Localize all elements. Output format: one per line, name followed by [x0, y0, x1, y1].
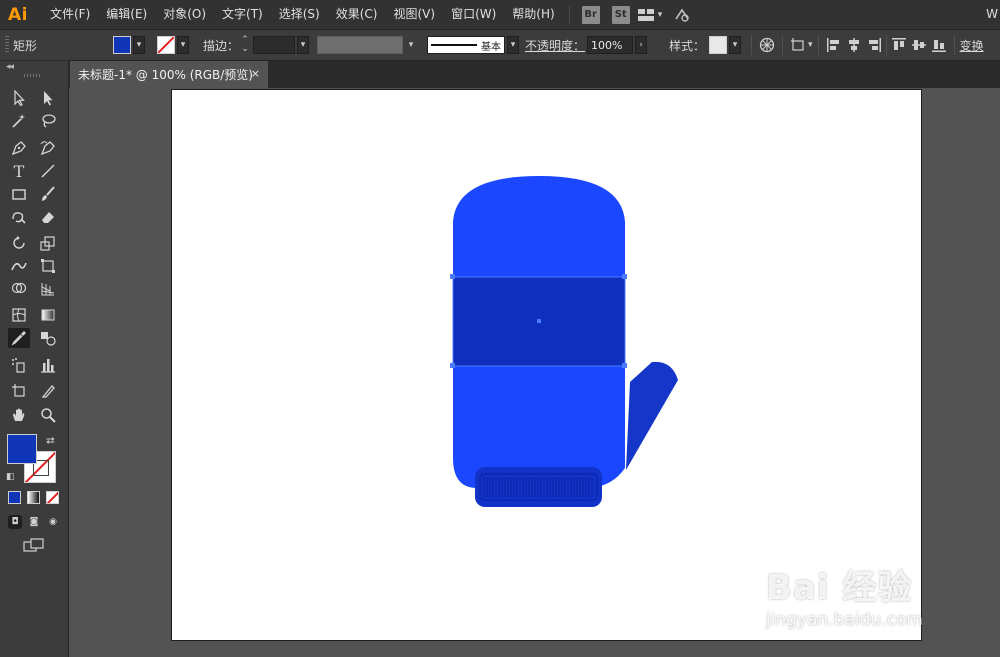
selection-handle-bottom-left	[450, 363, 455, 368]
mitten-thumb[interactable]	[626, 361, 678, 470]
selection-handle-top-right	[622, 274, 627, 279]
selection-handle-top-left	[450, 274, 455, 279]
watermark-url: jingyan.baidu.com	[766, 610, 923, 630]
baidu-watermark: Bai 经验 jingyan.baidu.com	[766, 560, 996, 640]
selection-center-point	[537, 319, 541, 323]
watermark-main-text: Bai 经验	[766, 568, 913, 608]
selection-handle-bottom-right	[622, 363, 627, 368]
mitten-artwork[interactable]	[0, 0, 1000, 657]
fill-swatch[interactable]	[7, 434, 37, 464]
